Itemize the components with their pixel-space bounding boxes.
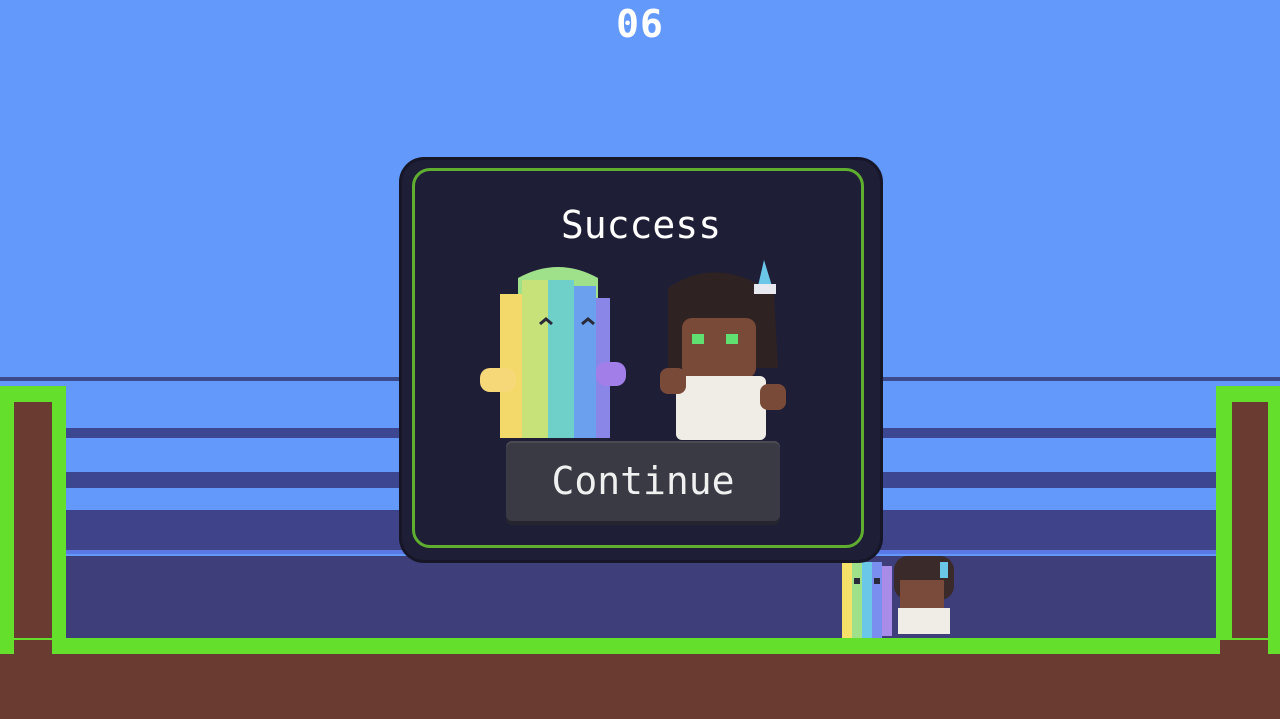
- dialog-characters: [480, 260, 786, 440]
- level-counter: 06: [616, 2, 664, 46]
- dialog-title: Success: [560, 203, 722, 247]
- right-pillar-dirt: [1232, 402, 1268, 654]
- kid-character-icon: [660, 260, 786, 440]
- continue-button[interactable]: Continue: [506, 441, 780, 521]
- ground-dirt: [0, 654, 1280, 719]
- stripe-6: [60, 556, 1220, 646]
- rainbow-character-icon: [480, 267, 626, 438]
- left-pillar-dirt: [14, 402, 52, 654]
- small-rainbow-character: [842, 562, 892, 638]
- small-kid-character: [894, 556, 954, 634]
